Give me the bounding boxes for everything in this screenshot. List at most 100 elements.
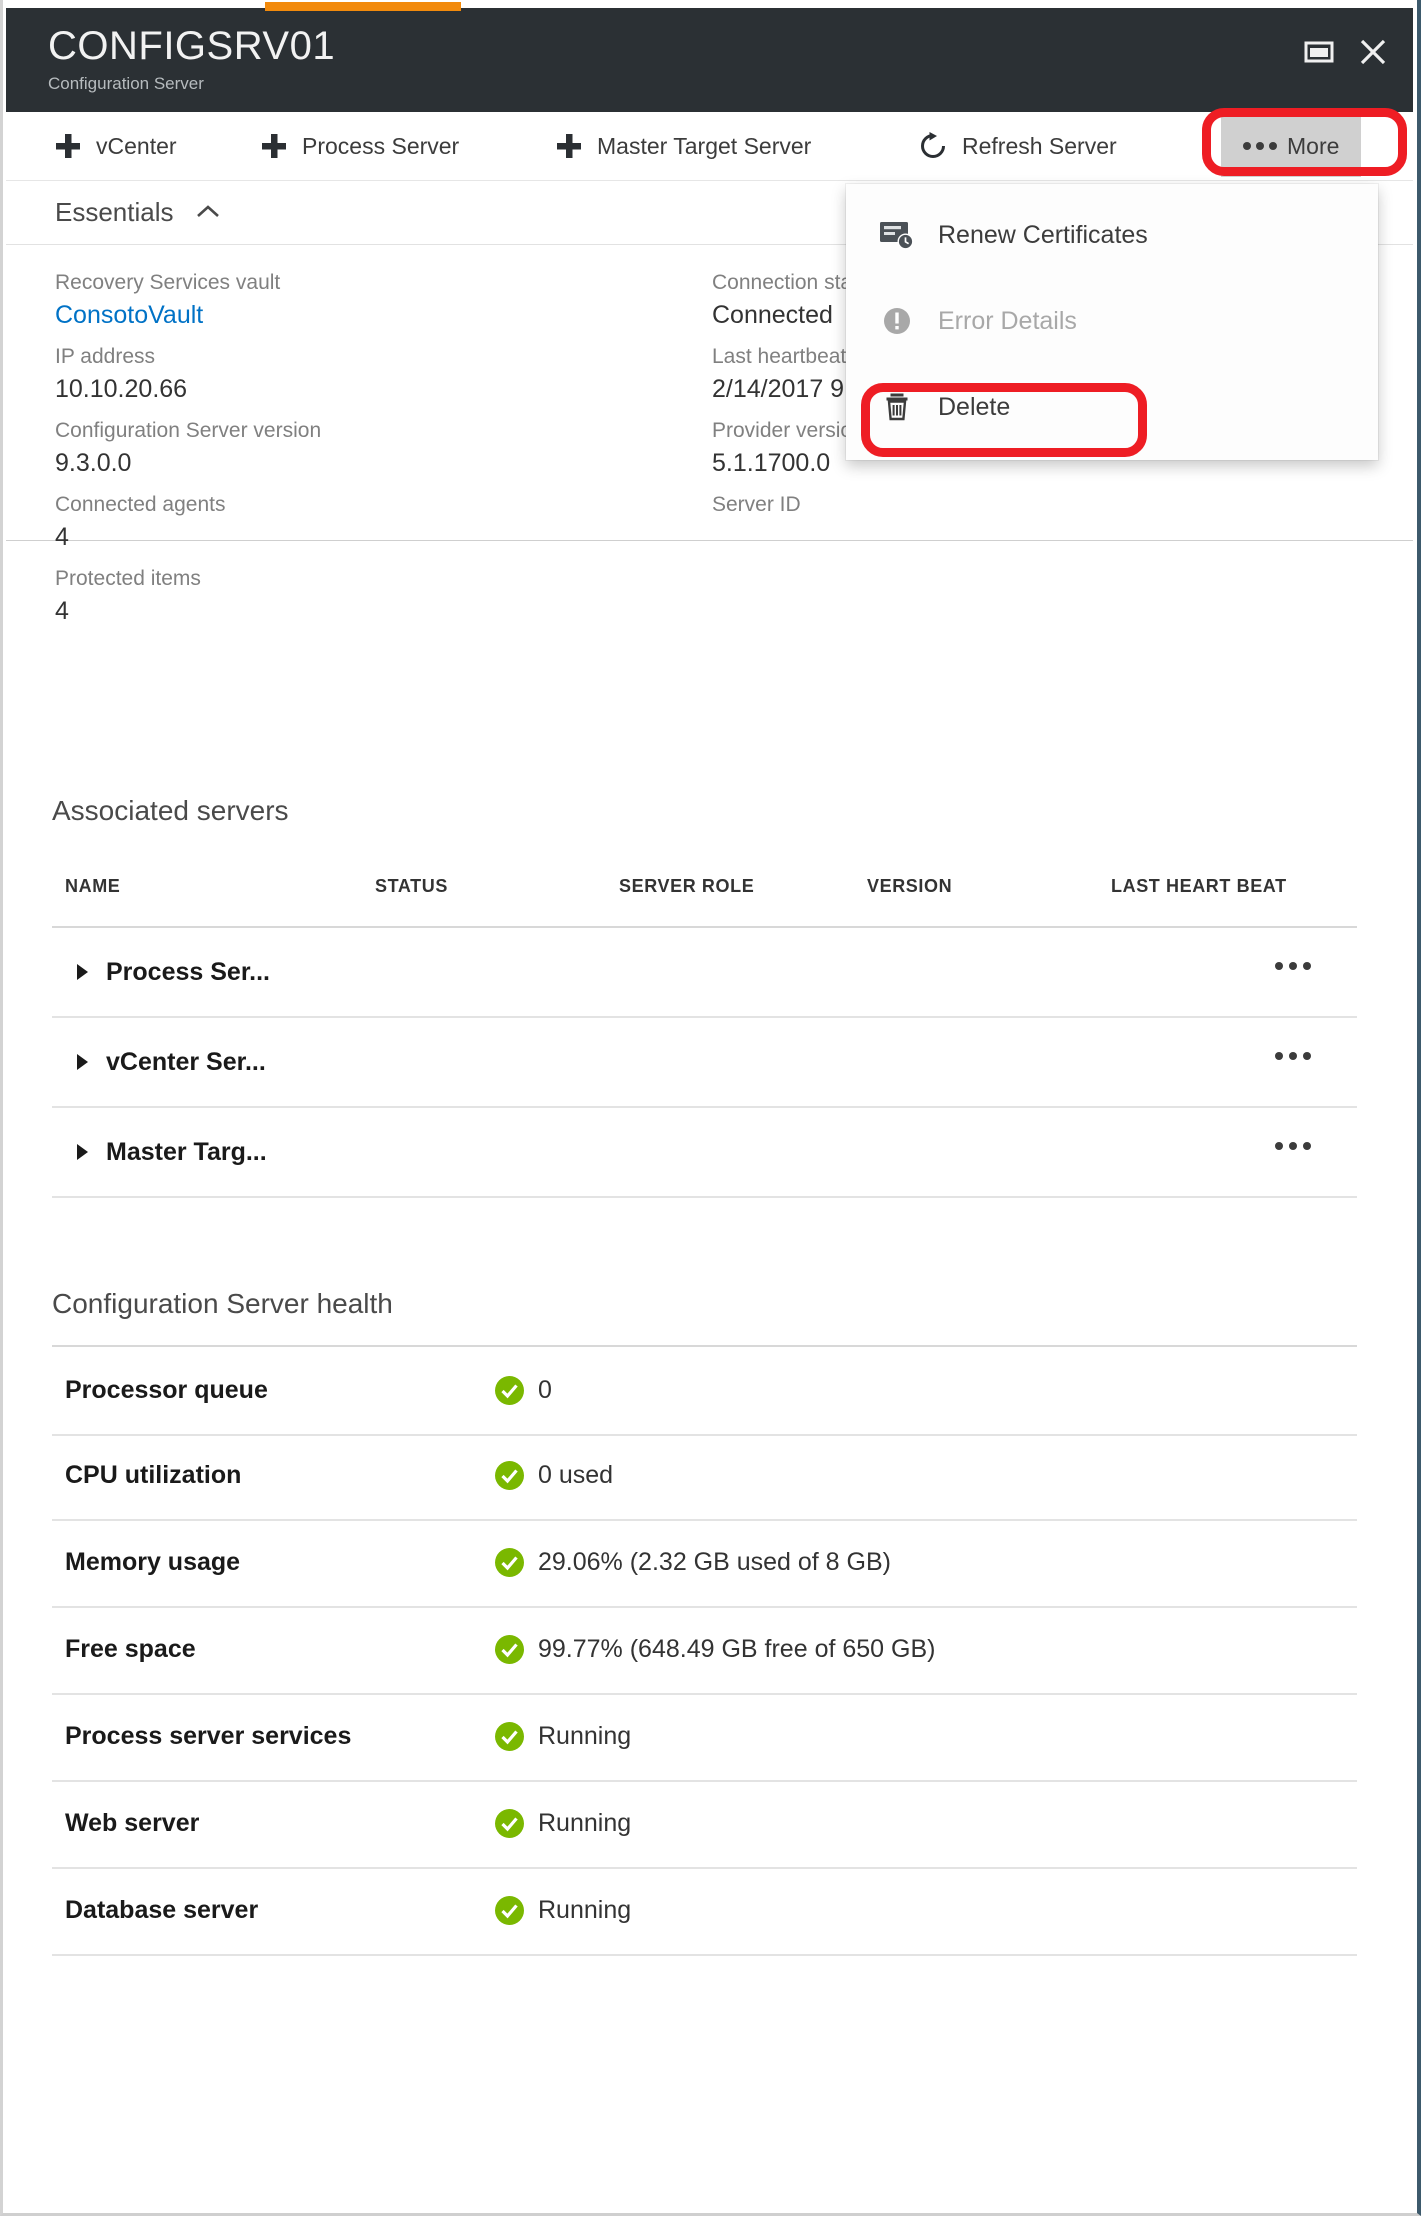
health-value-wrap: Running [495,1722,631,1751]
health-row-web-server: Web server Running [52,1780,1357,1869]
health-row-process-server-services: Process server services Running [52,1693,1357,1782]
menu-item-delete[interactable]: Delete [846,364,1378,450]
column-header-server-role[interactable]: SERVER ROLE [619,876,754,897]
add-process-server-label: Process Server [302,133,459,160]
value-connected-agents: 4 [55,521,655,554]
blade-title-bar: CONFIGSRV01 Configuration Server [6,8,1413,112]
label-configuration-server-version: Configuration Server version [55,415,655,447]
configuration-server-blade: CONFIGSRV01 Configuration Server vC [0,0,1421,2216]
value-ip-address: 10.10.20.66 [55,373,655,406]
close-button[interactable] [1351,30,1395,74]
row-context-menu-icon[interactable] [1275,1052,1311,1060]
row-name: vCenter Ser... [106,1048,266,1077]
table-row[interactable]: vCenter Ser... [52,1018,1357,1108]
health-value: Running [538,1809,631,1838]
health-label: CPU utilization [65,1461,495,1490]
more-label: More [1287,133,1339,160]
menu-item-label: Delete [938,393,1010,422]
health-value: Running [538,1896,631,1925]
column-header-name[interactable]: NAME [65,876,120,897]
health-value: 0 used [538,1461,613,1490]
more-dropdown-menu: Renew Certificates Error Details [846,184,1378,460]
add-process-server-button[interactable]: Process Server [246,112,473,180]
essentials-column-left: Recovery Services vault ConsotoVault IP … [55,267,655,628]
plus-icon [54,132,82,160]
health-value-wrap: Running [495,1896,631,1925]
health-row-memory-usage: Memory usage 29.06% (2.32 GB used of 8 G… [52,1519,1357,1608]
add-master-target-server-button[interactable]: Master Target Server [541,112,825,180]
menu-item-label: Renew Certificates [938,221,1148,250]
more-button[interactable]: More [1221,115,1361,177]
table-header-row: NAME STATUS SERVER ROLE VERSION LAST HEA… [52,870,1357,928]
essentials-label: Essentials [55,197,174,228]
label-server-id: Server ID [712,489,1312,521]
table-row[interactable]: Master Targ... [52,1108,1357,1198]
plus-icon [555,132,583,160]
health-title: Configuration Server health [52,1288,393,1320]
close-icon [1358,37,1388,67]
associated-servers-table: NAME STATUS SERVER ROLE VERSION LAST HEA… [52,870,1357,1190]
health-value-wrap: 99.77% (648.49 GB free of 650 GB) [495,1635,935,1664]
trash-icon [878,388,916,426]
menu-item-error-details: Error Details [846,278,1378,364]
blade-accent-bar [265,2,461,11]
refresh-icon [918,131,948,161]
row-name: Process Ser... [106,958,270,987]
health-label: Processor queue [65,1376,495,1405]
value-configuration-server-version: 9.3.0.0 [55,447,655,480]
menu-item-label: Error Details [938,307,1077,336]
column-header-status[interactable]: STATUS [375,876,448,897]
value-recovery-services-vault[interactable]: ConsotoVault [55,299,655,332]
restore-button[interactable] [1297,30,1341,74]
health-label: Process server services [65,1722,495,1751]
menu-item-renew-certificates[interactable]: Renew Certificates [846,192,1378,278]
page-title: CONFIGSRV01 [48,24,335,68]
health-table: Processor queue 0 CPU utilization 0 used… [52,1345,1357,1960]
health-label: Web server [65,1809,495,1838]
health-row-cpu-utilization: CPU utilization 0 used [52,1432,1357,1521]
row-context-menu-icon[interactable] [1275,1142,1311,1150]
chevron-up-icon[interactable] [194,203,222,221]
health-value-wrap: 0 used [495,1461,613,1490]
status-ok-icon [495,1635,524,1664]
expand-caret-icon[interactable] [74,962,90,982]
restore-icon [1304,40,1334,64]
status-ok-icon [495,1461,524,1490]
status-ok-icon [495,1548,524,1577]
refresh-server-label: Refresh Server [962,133,1117,160]
health-row-free-space: Free space 99.77% (648.49 GB free of 650… [52,1606,1357,1695]
health-value-wrap: 0 [495,1376,552,1405]
label-connected-agents: Connected agents [55,489,655,521]
health-label: Memory usage [65,1548,495,1577]
command-bar: vCenter Process Server Master Target Ser… [6,112,1413,181]
row-name: Master Targ... [106,1138,267,1167]
value-protected-items: 4 [55,595,655,628]
health-value-wrap: Running [495,1809,631,1838]
ellipsis-icon [1243,142,1277,150]
column-header-last-heart-beat[interactable]: LAST HEART BEAT [1111,876,1287,897]
add-master-target-server-label: Master Target Server [597,133,811,160]
health-value: Running [538,1722,631,1751]
label-recovery-services-vault: Recovery Services vault [55,267,655,299]
table-row[interactable]: Process Ser... [52,928,1357,1018]
status-ok-icon [495,1809,524,1838]
expand-caret-icon[interactable] [74,1142,90,1162]
health-label: Database server [65,1896,495,1925]
row-context-menu-icon[interactable] [1275,962,1311,970]
health-row-processor-queue: Processor queue 0 [52,1345,1357,1436]
label-protected-items: Protected items [55,563,655,595]
health-row-database-server: Database server Running [52,1867,1357,1956]
page-subtitle: Configuration Server [48,74,204,94]
column-header-version[interactable]: VERSION [867,876,952,897]
error-info-icon [878,302,916,340]
health-value: 0 [538,1376,552,1405]
health-value-wrap: 29.06% (2.32 GB used of 8 GB) [495,1548,891,1577]
expand-caret-icon[interactable] [74,1052,90,1072]
status-ok-icon [495,1896,524,1925]
refresh-server-button[interactable]: Refresh Server [904,112,1131,180]
add-vcenter-button[interactable]: vCenter [40,112,191,180]
health-value: 29.06% (2.32 GB used of 8 GB) [538,1548,891,1577]
associated-servers-title: Associated servers [52,795,289,827]
label-ip-address: IP address [55,341,655,373]
status-ok-icon [495,1376,524,1405]
